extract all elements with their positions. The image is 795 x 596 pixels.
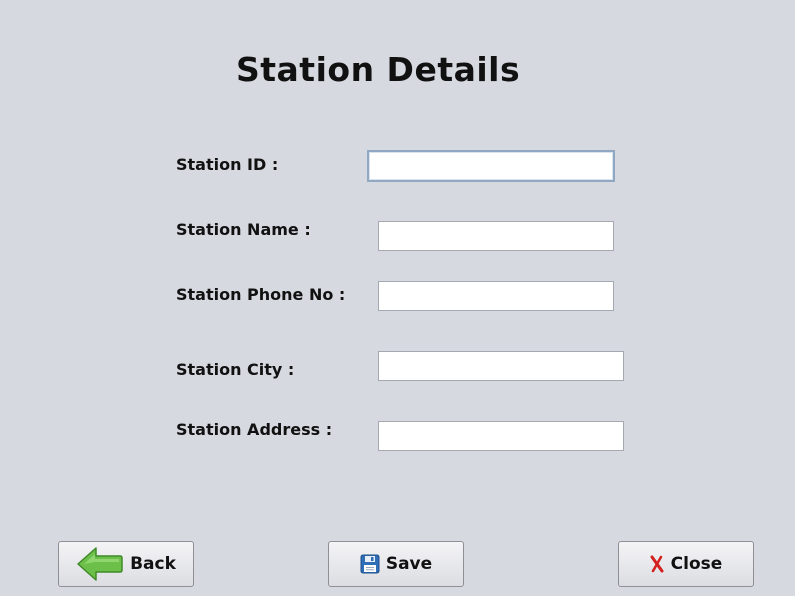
page-title: Station Details <box>236 50 521 89</box>
close-x-icon <box>650 555 664 573</box>
close-button-label: Close <box>670 554 723 574</box>
close-button[interactable]: Close <box>618 541 754 587</box>
station-city-input[interactable] <box>378 351 624 381</box>
arrow-left-icon <box>76 545 124 583</box>
station-id-input[interactable] <box>367 150 615 182</box>
save-button-label: Save <box>385 554 433 574</box>
back-button-label: Back <box>130 554 176 574</box>
station-city-label: Station City : <box>176 360 295 379</box>
station-address-label: Station Address : <box>176 420 333 439</box>
station-name-input[interactable] <box>378 221 614 251</box>
station-id-label: Station ID : <box>176 155 279 174</box>
station-name-label: Station Name : <box>176 220 311 239</box>
back-button[interactable]: Back <box>58 541 194 587</box>
floppy-disk-icon <box>360 554 380 574</box>
station-phone-label: Station Phone No : <box>176 285 346 304</box>
save-button[interactable]: Save <box>328 541 464 587</box>
station-address-input[interactable] <box>378 421 624 451</box>
station-phone-input[interactable] <box>378 281 614 311</box>
